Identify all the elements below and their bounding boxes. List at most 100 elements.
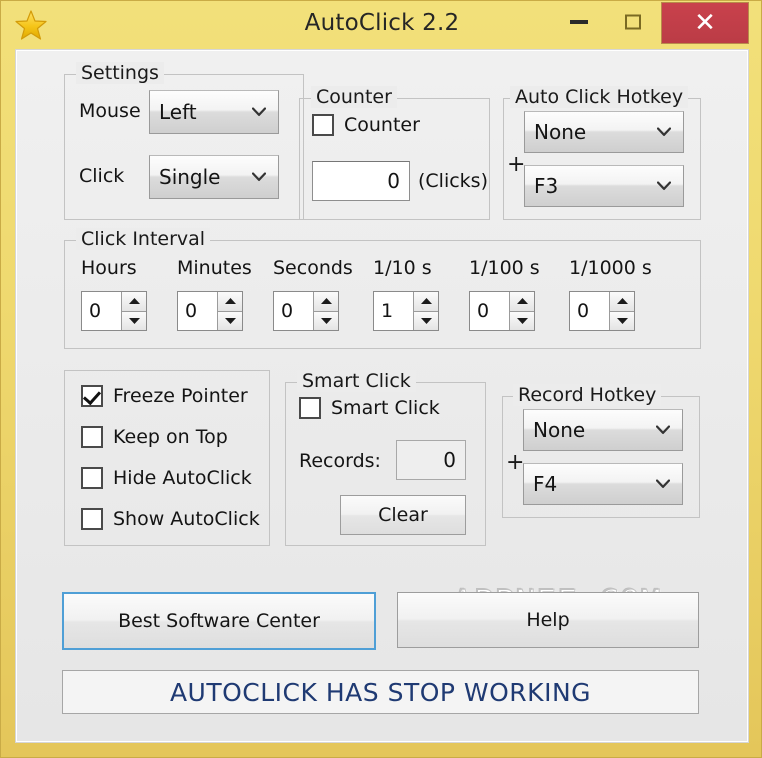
record-hotkey-group: Record Hotkey None + F4: [502, 384, 700, 518]
interval-spinner-4[interactable]: 0: [469, 291, 535, 331]
best-software-center-button[interactable]: Best Software Center: [62, 592, 376, 650]
interval-spinner-up-5[interactable]: [610, 292, 634, 311]
interval-spinner-down-4[interactable]: [510, 310, 534, 330]
mouse-select[interactable]: Left: [149, 90, 279, 134]
maximize-button[interactable]: [607, 1, 659, 43]
app-window: AutoClick 2.2 ✕ Settings Mouse Left Clic…: [0, 0, 762, 758]
spin-down-icon: [420, 317, 432, 324]
click-select[interactable]: Single: [149, 155, 279, 199]
option-checkbox-0[interactable]: Freeze Pointer: [81, 385, 248, 407]
smart-click-checkbox[interactable]: Smart Click: [299, 397, 440, 419]
close-icon: ✕: [694, 8, 716, 38]
interval-spinner-up-1[interactable]: [218, 292, 242, 311]
interval-spinner-buttons-2: [313, 292, 338, 330]
minimize-button[interactable]: [553, 1, 605, 43]
spin-down-icon: [616, 317, 628, 324]
mouse-label: Mouse: [79, 100, 141, 122]
chevron-down-icon: [656, 425, 670, 434]
status-message: AUTOCLICK HAS STOP WORKING: [169, 677, 592, 707]
interval-spinner-value-4: 0: [470, 292, 509, 330]
spin-down-icon: [320, 317, 332, 324]
spin-up-icon: [516, 298, 528, 305]
click-select-value: Single: [159, 165, 221, 189]
counter-checkbox-label: Counter: [344, 114, 420, 136]
interval-spinner-up-4[interactable]: [510, 292, 534, 311]
interval-spinner-value-0: 0: [82, 292, 121, 330]
interval-spinner-1[interactable]: 0: [177, 291, 243, 331]
smart-click-group: Smart Click Smart Click Records: 0 Clear: [285, 370, 486, 546]
interval-spinner-value-2: 0: [274, 292, 313, 330]
interval-spinner-up-3[interactable]: [414, 292, 438, 311]
auto-click-modifier-select[interactable]: None: [524, 111, 684, 153]
option-checkbox-label-0: Freeze Pointer: [113, 385, 248, 407]
interval-spinner-down-5[interactable]: [610, 310, 634, 330]
chevron-down-icon: [252, 107, 266, 116]
click-interval-group: Click Interval Hours 0 Minutes 0 Seconds 0 1/1…: [64, 228, 701, 349]
close-button[interactable]: ✕: [661, 2, 749, 44]
smart-click-checkbox-label: Smart Click: [331, 397, 440, 419]
interval-spinner-down-3[interactable]: [414, 310, 438, 330]
records-value: 0: [443, 448, 456, 472]
counter-checkbox-box: [312, 114, 334, 136]
record-hotkey-plus: +: [506, 450, 525, 475]
interval-label-0: Hours: [81, 257, 137, 279]
record-modifier-value: None: [533, 418, 586, 442]
option-checkbox-box-0: [81, 385, 103, 407]
interval-spinner-3[interactable]: 1: [373, 291, 439, 331]
records-value-field: 0: [396, 440, 466, 480]
counter-value-input[interactable]: 0: [312, 161, 410, 201]
auto-click-hotkey-group: Auto Click Hotkey None + F3: [503, 86, 701, 220]
client-area: Settings Mouse Left Click Single Counter: [15, 49, 749, 743]
interval-spinner-down-2[interactable]: [314, 310, 338, 330]
counter-value: 0: [387, 169, 400, 193]
interval-spinner-up-2[interactable]: [314, 292, 338, 311]
option-checkbox-1[interactable]: Keep on Top: [81, 426, 228, 448]
interval-spinner-buttons-5: [609, 292, 634, 330]
clear-button[interactable]: Clear: [340, 495, 466, 535]
option-checkbox-box-3: [81, 508, 103, 530]
option-checkbox-label-3: Show AutoClick: [113, 508, 260, 530]
counter-group-label: Counter: [311, 86, 397, 108]
chevron-down-icon: [657, 181, 671, 190]
spin-down-icon: [128, 317, 140, 324]
record-key-value: F4: [533, 472, 558, 496]
auto-click-hotkey-group-label: Auto Click Hotkey: [510, 86, 689, 108]
counter-units-label: (Clicks): [418, 170, 488, 192]
click-interval-group-label: Click Interval: [76, 228, 211, 250]
interval-spinner-up-0[interactable]: [122, 292, 146, 311]
counter-checkbox[interactable]: Counter: [312, 114, 420, 136]
status-bar: AUTOCLICK HAS STOP WORKING: [62, 670, 699, 714]
interval-spinner-buttons-3: [413, 292, 438, 330]
record-key-select[interactable]: F4: [523, 463, 683, 505]
interval-spinner-value-5: 0: [570, 292, 609, 330]
help-button[interactable]: Help: [397, 592, 699, 648]
spin-down-icon: [516, 317, 528, 324]
option-checkbox-label-1: Keep on Top: [113, 426, 228, 448]
auto-click-key-select[interactable]: F3: [524, 165, 684, 207]
option-checkbox-label-2: Hide AutoClick: [113, 467, 252, 489]
interval-spinner-2[interactable]: 0: [273, 291, 339, 331]
interval-spinner-5[interactable]: 0: [569, 291, 635, 331]
interval-spinner-0[interactable]: 0: [81, 291, 147, 331]
interval-spinner-down-1[interactable]: [218, 310, 242, 330]
record-hotkey-group-label: Record Hotkey: [513, 384, 662, 406]
option-checkbox-3[interactable]: Show AutoClick: [81, 508, 260, 530]
click-label: Click: [79, 165, 125, 187]
auto-click-hotkey-plus: +: [507, 152, 526, 177]
interval-spinner-buttons-0: [121, 292, 146, 330]
interval-label-1: Minutes: [177, 257, 252, 279]
spin-up-icon: [128, 298, 140, 305]
interval-spinner-down-0[interactable]: [122, 310, 146, 330]
interval-spinner-value-3: 1: [374, 292, 413, 330]
options-group: Freeze Pointer Keep on Top Hide AutoClick S…: [64, 370, 270, 546]
option-checkbox-box-2: [81, 467, 103, 489]
interval-spinner-buttons-1: [217, 292, 242, 330]
interval-label-3: 1/10 s: [373, 257, 432, 279]
record-modifier-select[interactable]: None: [523, 409, 683, 451]
title-bar[interactable]: AutoClick 2.2 ✕: [1, 1, 762, 46]
interval-label-4: 1/100 s: [469, 257, 540, 279]
option-checkbox-box-1: [81, 426, 103, 448]
settings-group: Settings Mouse Left Click Single: [64, 62, 304, 220]
chevron-down-icon: [656, 479, 670, 488]
option-checkbox-2[interactable]: Hide AutoClick: [81, 467, 252, 489]
